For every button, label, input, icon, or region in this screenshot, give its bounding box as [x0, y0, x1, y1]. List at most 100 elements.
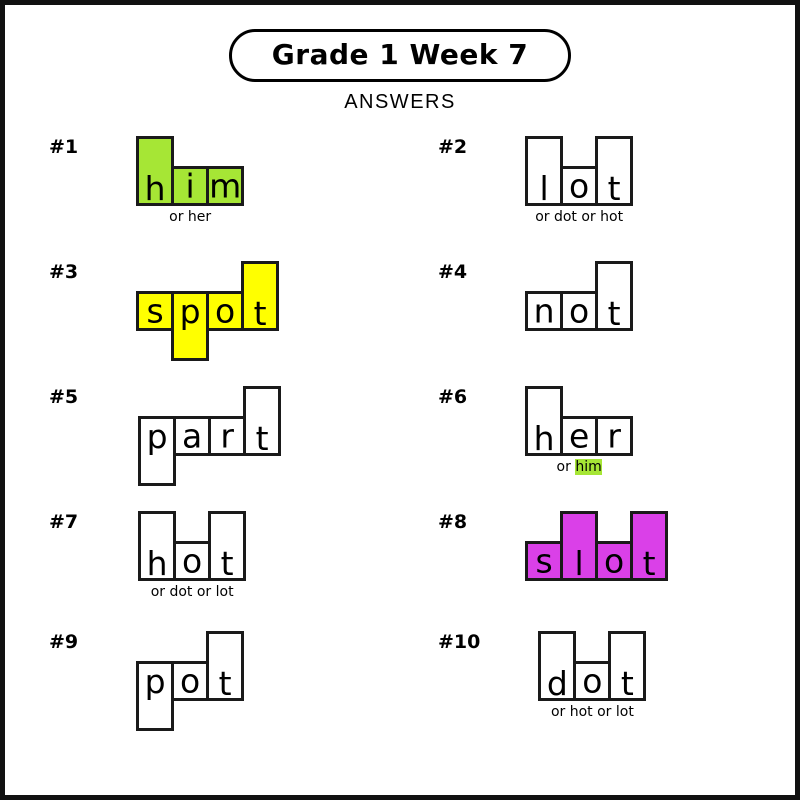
problem-row: #9 p o t #10 d o t or hot or lot: [5, 631, 795, 751]
letter-glyph: o: [569, 291, 590, 331]
letter-box[interactable]: t: [243, 386, 282, 456]
letter-box[interactable]: o: [573, 661, 612, 701]
letter-box[interactable]: t: [630, 511, 669, 583]
letter-glyph: o: [182, 541, 203, 581]
letter-box[interactable]: r: [208, 416, 247, 456]
answer-block: slot: [525, 511, 669, 600]
letter-glyph: h: [144, 169, 166, 208]
letter-glyph: t: [607, 169, 621, 208]
word-shape-boxes[interactable]: her: [525, 386, 634, 458]
letter-box[interactable]: t: [608, 631, 647, 701]
alt-prefix: or: [556, 459, 576, 475]
letter-glyph: o: [215, 291, 236, 331]
answer-block: h e r or him: [525, 386, 634, 475]
letter-box[interactable]: s: [136, 291, 175, 331]
problem-number: #6: [438, 386, 468, 408]
letter-glyph: p: [144, 662, 166, 701]
problem-number: #7: [49, 511, 79, 533]
problem-number: #1: [49, 136, 79, 158]
letter-glyph: t: [642, 544, 656, 583]
letter-box[interactable]: h: [525, 386, 564, 458]
alt-word-highlighted: him: [575, 459, 602, 475]
word-shape-boxes[interactable]: hot: [138, 511, 247, 583]
letter-box[interactable]: o: [595, 541, 634, 581]
letter-glyph: l: [539, 169, 549, 208]
worksheet-header: Grade 1 Week 7 ANSWERS: [5, 5, 795, 114]
letter-glyph: h: [146, 544, 168, 583]
letter-box[interactable]: p: [136, 661, 175, 731]
letter-glyph: a: [182, 416, 203, 456]
title-pill: Grade 1 Week 7: [228, 29, 572, 83]
answer-block: l o t or dot or hot: [525, 136, 634, 225]
letter-glyph: r: [607, 416, 621, 456]
letter-glyph: t: [220, 544, 234, 583]
word-shape-boxes[interactable]: him: [136, 136, 245, 208]
problem-4: #4 n o t: [400, 261, 795, 386]
problem-row: #7 h o t or dot or lot #8 s l o t: [5, 511, 795, 631]
letter-box[interactable]: t: [208, 511, 247, 583]
problem-8: #8 s l o t: [400, 511, 795, 631]
problem-2: #2 l o t or dot or hot: [400, 136, 795, 261]
letter-box[interactable]: s: [525, 541, 564, 581]
word-shape-boxes[interactable]: dot: [538, 631, 647, 703]
letter-box[interactable]: o: [173, 541, 212, 581]
letter-glyph: o: [180, 661, 201, 701]
letter-box[interactable]: l: [525, 136, 564, 208]
page-subtitle: ANSWERS: [344, 91, 456, 114]
letter-box[interactable]: t: [241, 261, 280, 331]
letter-box[interactable]: p: [138, 416, 177, 486]
letter-glyph: d: [546, 664, 568, 703]
letter-glyph: i: [185, 166, 195, 206]
letter-box[interactable]: h: [136, 136, 175, 208]
problem-number: #2: [438, 136, 468, 158]
word-shape-boxes[interactable]: part: [138, 386, 282, 486]
alternate-answers: or him: [557, 459, 602, 475]
problem-9: #9 p o t: [5, 631, 400, 751]
letter-box[interactable]: d: [538, 631, 577, 703]
letter-box[interactable]: e: [560, 416, 599, 456]
letter-glyph: o: [569, 166, 590, 206]
letter-box[interactable]: t: [595, 136, 634, 208]
answer-block: part: [138, 386, 282, 505]
letter-box[interactable]: n: [525, 291, 564, 331]
problem-number: #4: [438, 261, 468, 283]
problems-grid: #1 h i m or her #2 l o t or dot or hot #3 s p o t #4 n o…: [5, 136, 795, 751]
letter-box[interactable]: l: [560, 511, 599, 583]
letter-box[interactable]: p: [171, 291, 210, 361]
letter-glyph: p: [146, 417, 168, 456]
word-shape-boxes[interactable]: not: [525, 261, 634, 331]
word-shape-boxes[interactable]: slot: [525, 511, 669, 583]
letter-box[interactable]: m: [206, 166, 245, 206]
letter-box[interactable]: h: [138, 511, 177, 583]
letter-glyph: e: [568, 416, 590, 456]
letter-glyph: p: [179, 292, 201, 331]
letter-box[interactable]: o: [560, 166, 599, 206]
word-shape-boxes[interactable]: lot: [525, 136, 634, 208]
letter-box[interactable]: t: [595, 261, 634, 331]
letter-box[interactable]: a: [173, 416, 212, 456]
letter-glyph: l: [574, 544, 584, 583]
problem-5: #5 p a r t: [5, 386, 400, 511]
answer-block: pot: [136, 631, 245, 750]
letter-box[interactable]: o: [560, 291, 599, 331]
letter-glyph: s: [535, 541, 553, 581]
letter-glyph: o: [582, 661, 603, 701]
letter-box[interactable]: o: [206, 291, 245, 331]
answer-block: spot: [136, 261, 280, 380]
alternate-answers: or dot or lot: [150, 584, 234, 600]
problem-number: #8: [438, 511, 468, 533]
letter-box[interactable]: i: [171, 166, 210, 206]
word-shape-boxes[interactable]: pot: [136, 631, 245, 731]
problem-3: #3 s p o t: [5, 261, 400, 386]
letter-box[interactable]: r: [595, 416, 634, 456]
problem-row: #3 s p o t #4 n o t: [5, 261, 795, 386]
letter-glyph: n: [533, 291, 555, 331]
page-title: Grade 1 Week 7: [271, 38, 529, 71]
letter-box[interactable]: o: [171, 661, 210, 701]
letter-glyph: s: [146, 291, 164, 331]
answer-block: d o t or hot or lot: [538, 631, 647, 720]
alternate-answers: or her: [169, 209, 212, 225]
letter-glyph: h: [533, 419, 555, 458]
word-shape-boxes[interactable]: spot: [136, 261, 280, 361]
letter-box[interactable]: t: [206, 631, 245, 701]
